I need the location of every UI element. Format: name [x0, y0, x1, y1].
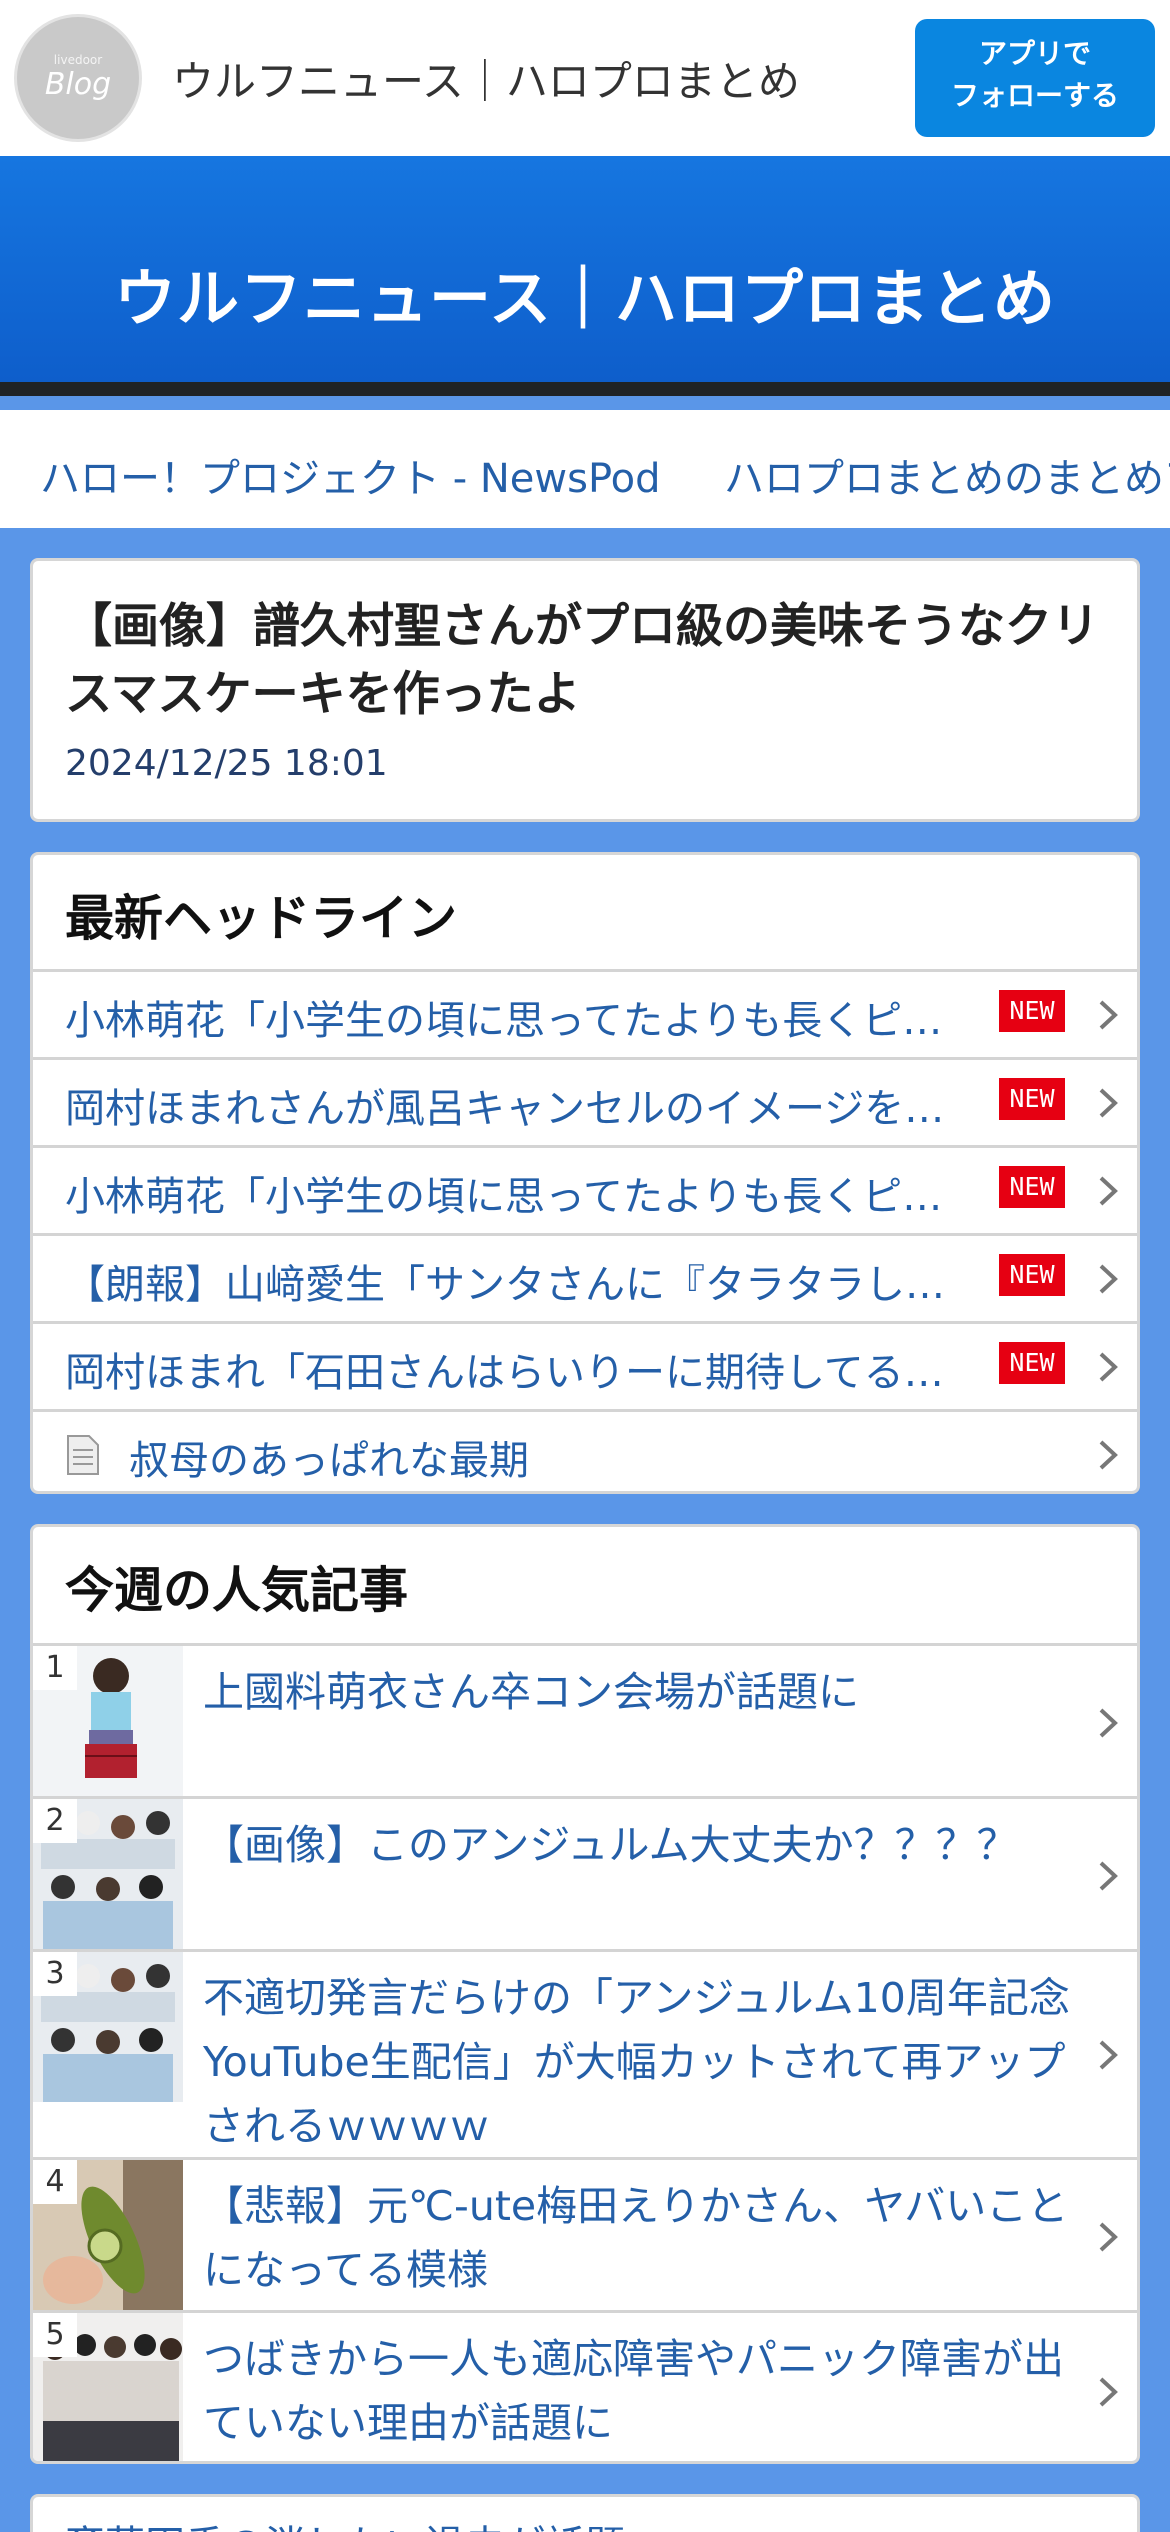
nav-strip: ハロー！プロジェクト - NewsPod ハロプロまとめのまとめア [0, 410, 1170, 528]
chevron-right-icon [1093, 1698, 1123, 1748]
article-title: 【画像】譜久村聖さんがプロ級の美味そうなクリスマスケーキを作ったよ [65, 599, 1099, 722]
article-thumbnail: 1 [33, 1646, 183, 1796]
rank-number: 4 [33, 2160, 77, 2204]
headline-item[interactable]: 小林萌花「小学生の頃に思ってたよりも長くピ… NEW [33, 969, 1137, 1057]
blog-banner[interactable]: ウルフニュース｜ハロプロまとめ [0, 156, 1170, 396]
new-badge: NEW [999, 1166, 1065, 1208]
chevron-right-icon [1093, 2367, 1123, 2417]
popular-item[interactable]: 2 【画像】このアンジュルム大丈夫か？？？？ [33, 1796, 1137, 1949]
nav-link-matome[interactable]: ハロプロまとめのまとめア [724, 446, 1170, 504]
chevron-right-icon [1093, 1078, 1123, 1128]
rank-number: 5 [33, 2313, 77, 2357]
follow-label-line2: フォローする [950, 79, 1119, 112]
new-badge: NEW [999, 1078, 1065, 1120]
popular-item[interactable]: 1 上國料萌衣さん卒コン会場が話題に [33, 1643, 1137, 1796]
article-thumbnail: 5 [33, 2313, 183, 2461]
headline-text: 小林萌花「小学生の頃に思ってたよりも長くピ… [65, 998, 943, 1044]
chevron-right-icon [1093, 1851, 1123, 1901]
headline-item[interactable]: 小林萌花「小学生の頃に思ってたよりも長くピ… NEW [33, 1145, 1137, 1233]
new-badge: NEW [999, 990, 1065, 1032]
article-thumbnail: 3 [33, 1952, 183, 2102]
popular-item-text: つばきから一人も適応障害やパニック障害が出ていない理由が話題に [203, 2335, 1064, 2447]
app-header: livedoor Blog ウルフニュース｜ハロプロまとめ アプリで フォローす… [0, 0, 1170, 156]
headline-item[interactable]: 叔母のあっぱれな最期 [33, 1409, 1137, 1491]
chevron-right-icon [1093, 2212, 1123, 2262]
headline-text: 小林萌花「小学生の頃に思ってたよりも長くピ… [65, 1174, 943, 1220]
headline-item[interactable]: 【朗報】山﨑愛生「サンタさんに『タラタラし… NEW [33, 1233, 1137, 1321]
popular-item[interactable]: 3 不適切発言だらけの「アンジュルム10周年記念YouTube生配信」が大幅カッ… [33, 1949, 1137, 2157]
rank-number: 2 [33, 1799, 77, 1843]
chevron-right-icon [1093, 1430, 1123, 1480]
headline-text: 岡村ほまれさんが風呂キャンセルのイメージを… [65, 1086, 945, 1132]
article-date: 2024/12/25 18:01 [65, 743, 388, 784]
livedoor-blog-logo[interactable]: livedoor Blog [14, 14, 142, 142]
headline-text: 岡村ほまれ「石田さんはらいりーに期待してる… [65, 1350, 944, 1396]
new-badge: NEW [999, 1342, 1065, 1384]
latest-headlines-card: 最新ヘッドライン 小林萌花「小学生の頃に思ってたよりも長くピ… NEW 岡村ほま… [30, 852, 1140, 1494]
headlines-heading: 最新ヘッドライン [65, 890, 458, 947]
chevron-right-icon [1093, 1342, 1123, 1392]
rank-number: 1 [33, 1646, 77, 1690]
logo-small-text: livedoor [53, 53, 103, 67]
nav-link-newspod[interactable]: ハロー！プロジェクト - NewsPod [40, 446, 661, 504]
next-article-card[interactable]: 斎藤円香の消したい過去が話題 [30, 2494, 1140, 2532]
headline-item[interactable]: 岡村ほまれ「石田さんはらいりーに期待してる… NEW [33, 1321, 1137, 1409]
popular-heading: 今週の人気記事 [65, 1562, 409, 1619]
headline-text: 【朗報】山﨑愛生「サンタさんに『タラタラし… [65, 1262, 945, 1308]
chevron-right-icon [1093, 1254, 1123, 1304]
follow-in-app-button[interactable]: アプリで フォローする [915, 19, 1155, 137]
popular-item[interactable]: 5 つばきから一人も適応障害やパニック障害が出ていない理由が話題に [33, 2310, 1137, 2461]
chevron-right-icon [1093, 1166, 1123, 1216]
article-thumbnail: 4 [33, 2160, 183, 2310]
next-article-text: 斎藤円香の消したい過去が話題 [65, 2513, 625, 2532]
popular-item-text: 上國料萌衣さん卒コン会場が話題に [203, 1668, 859, 1716]
article-thumbnail: 2 [33, 1799, 183, 1949]
logo-big-text: Blog [44, 67, 112, 102]
follow-label-line1: アプリで [978, 37, 1091, 70]
document-icon [65, 1434, 101, 1476]
banner-title: ウルフニュース｜ハロプロまとめ [114, 262, 1056, 335]
popular-item[interactable]: 4 【悲報】元℃-ute梅田えりかさん、ヤバいことになってる模様 [33, 2157, 1137, 2310]
headline-text: 叔母のあっぱれな最期 [129, 1438, 529, 1484]
weekly-popular-card: 今週の人気記事 1 上國料萌衣さん卒コン会場が話題に 2 【画像】このアンジュル… [30, 1524, 1140, 2464]
popular-item-text: 不適切発言だらけの「アンジュルム10周年記念YouTube生配信」が大幅カットさ… [203, 1974, 1070, 2150]
article-header-card: 【画像】譜久村聖さんがプロ級の美味そうなクリスマスケーキを作ったよ 2024/1… [30, 558, 1140, 822]
site-name[interactable]: ウルフニュース｜ハロプロまとめ [172, 48, 800, 109]
new-badge: NEW [999, 1254, 1065, 1296]
chevron-right-icon [1093, 2030, 1123, 2080]
popular-item-text: 【悲報】元℃-ute梅田えりかさん、ヤバいことになってる模様 [203, 2182, 1069, 2294]
chevron-right-icon [1093, 990, 1123, 1040]
popular-item-text: 【画像】このアンジュルム大丈夫か？？？？ [203, 1821, 1018, 1869]
rank-number: 3 [33, 1952, 77, 1996]
headline-item[interactable]: 岡村ほまれさんが風呂キャンセルのイメージを… NEW [33, 1057, 1137, 1145]
